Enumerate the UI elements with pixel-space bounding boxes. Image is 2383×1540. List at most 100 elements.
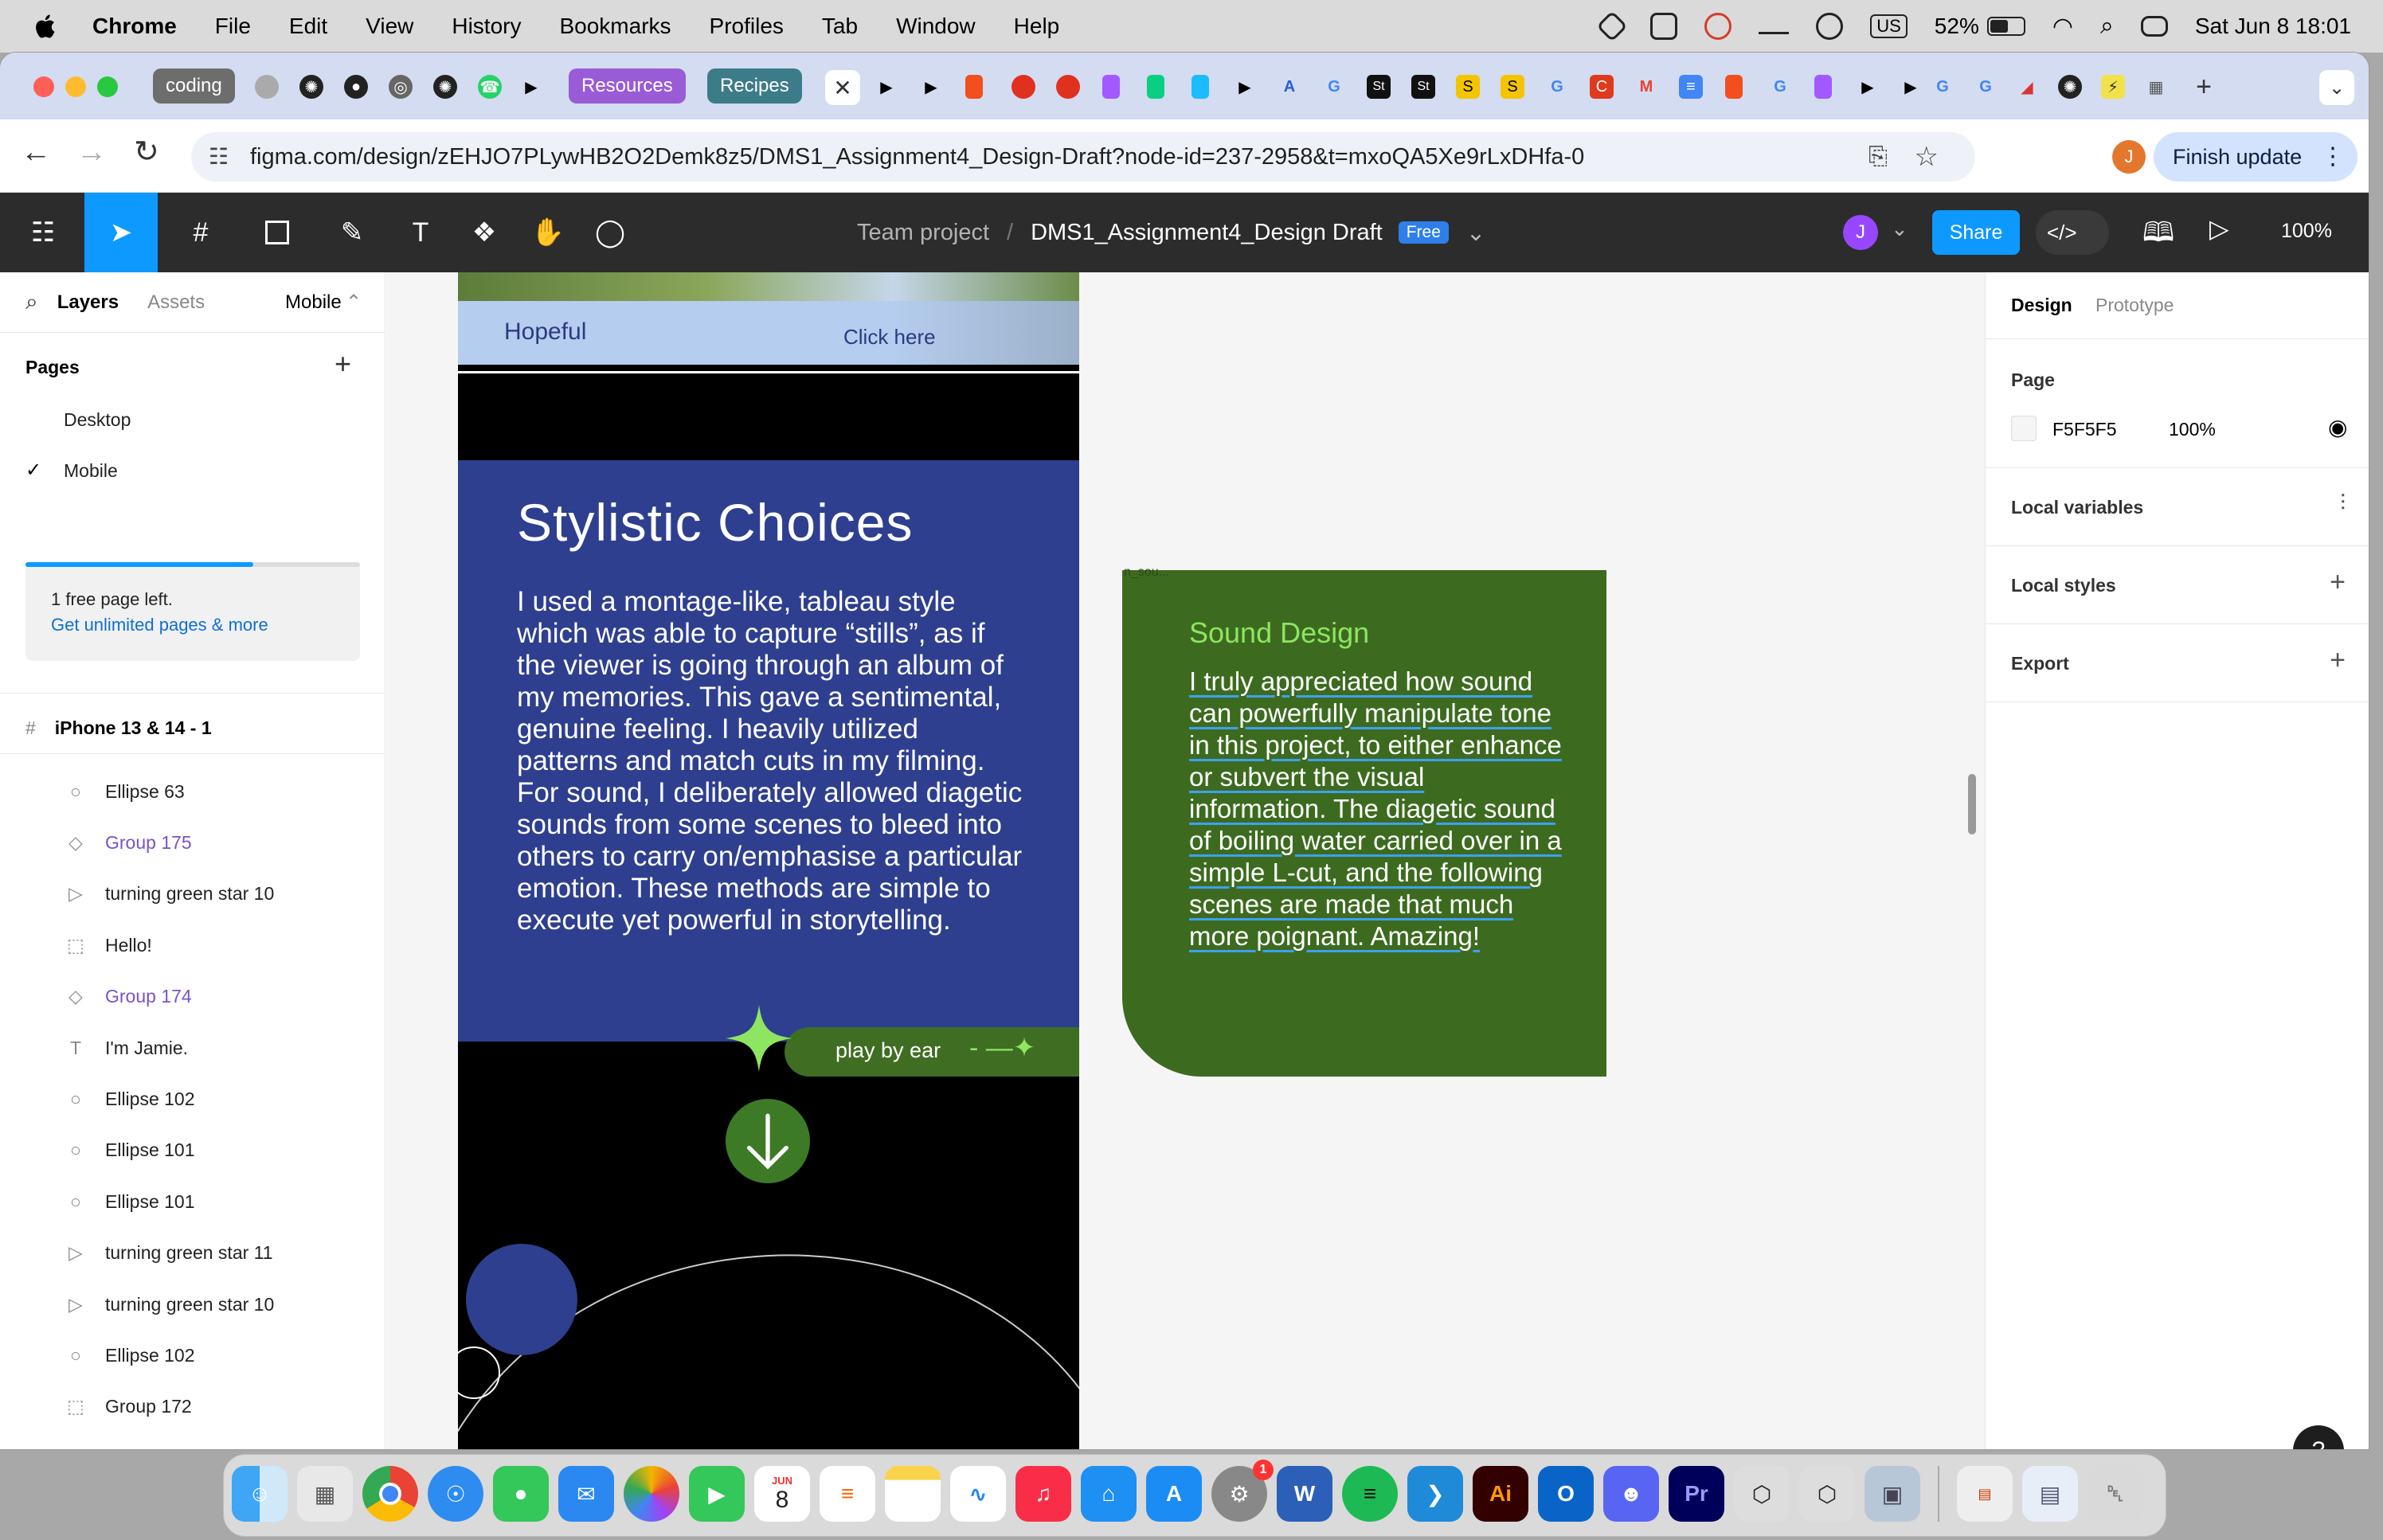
mail-icon[interactable]: ✉: [558, 1466, 614, 1522]
zoom-level[interactable]: 100%: [2281, 220, 2332, 243]
text-tool-icon[interactable]: T: [401, 210, 440, 255]
tab-favicon-google-4[interactable]: G: [1931, 75, 1955, 99]
spotlight-search-icon[interactable]: ⌕: [2100, 13, 2114, 40]
battery-icon[interactable]: [1986, 17, 2025, 36]
tab-layers[interactable]: Layers: [57, 291, 119, 314]
move-tool-button[interactable]: ➤: [84, 193, 158, 272]
keynote-icon[interactable]: ⌂: [1081, 1466, 1137, 1522]
local-styles-section[interactable]: Local styles +: [1986, 546, 2369, 624]
page-item-mobile[interactable]: Mobile: [64, 460, 118, 482]
tab-favicon-grid[interactable]: ▦: [2144, 75, 2168, 99]
menu-chrome[interactable]: Chrome: [92, 14, 177, 39]
play-by-ear-bar[interactable]: play by ear - ―✦: [785, 1027, 1079, 1077]
tab-favicon-c[interactable]: C: [1590, 75, 1614, 99]
hand-tool-icon[interactable]: ✋: [529, 210, 567, 255]
tab-favicon-font[interactable]: A: [1278, 75, 1301, 99]
tab-favicon-s-2[interactable]: S: [1501, 75, 1524, 99]
creative-cloud-tray-icon[interactable]: [1704, 13, 1732, 40]
stage-manager-icon[interactable]: [1759, 18, 1790, 34]
tab-favicon-play-4[interactable]: ▶: [1233, 75, 1257, 99]
more-menu-icon[interactable]: ⋮: [2321, 132, 2345, 182]
photos-icon[interactable]: [624, 1466, 679, 1522]
app-store-icon[interactable]: A: [1146, 1466, 1202, 1522]
save-page-icon[interactable]: ⎘: [1868, 132, 1888, 182]
tab-favicon-openai-3[interactable]: ✺: [2058, 75, 2082, 99]
pen-tool-icon[interactable]: ✎: [327, 210, 378, 255]
tab-favicon-figma-4[interactable]: [1192, 75, 1209, 99]
window-minimize-button[interactable]: [65, 76, 86, 97]
figma-main-menu-icon[interactable]: ☷: [19, 210, 67, 255]
vscode-icon[interactable]: ❯: [1407, 1466, 1463, 1522]
sound-design-card[interactable]: n_sou... Sound Design I truly appreciate…: [1122, 565, 1606, 1077]
calendar-icon[interactable]: JUN 8: [754, 1466, 810, 1522]
menu-help[interactable]: Help: [1014, 14, 1060, 39]
layer-row[interactable]: ⬚ Hello!: [0, 920, 384, 971]
menu-window[interactable]: Window: [896, 14, 976, 39]
menu-profiles[interactable]: Profiles: [710, 14, 784, 39]
word-icon[interactable]: W: [1277, 1466, 1332, 1522]
upgrade-link[interactable]: Get unlimited pages & more: [51, 615, 268, 635]
safari-icon[interactable]: ☉: [428, 1466, 483, 1522]
tab-assets[interactable]: Assets: [147, 291, 205, 314]
tab-favicon-figma[interactable]: [965, 75, 983, 99]
messages-icon[interactable]: ●: [493, 1466, 549, 1522]
tab-search-button[interactable]: ⌄: [2319, 70, 2354, 105]
layer-row[interactable]: ▷ turning green star 10: [0, 1279, 384, 1330]
layer-row[interactable]: ○ Ellipse 101: [0, 1176, 384, 1227]
finder-icon[interactable]: ☺: [232, 1466, 288, 1522]
spotify-icon[interactable]: ≡: [1342, 1466, 1398, 1522]
iphone-frame[interactable]: Hopeful Click here Stylistic Choices I u…: [458, 272, 1079, 1449]
export-section[interactable]: Export +: [1986, 624, 2369, 702]
tab-favicon-st-2[interactable]: St: [1411, 75, 1435, 99]
trash-icon[interactable]: ␡: [2088, 1466, 2143, 1522]
preview-icon[interactable]: ▣: [1865, 1466, 1920, 1522]
file-name[interactable]: DMS1_Assignment4_Design Draft: [1031, 220, 1383, 246]
tab-group-coding[interactable]: coding: [153, 68, 235, 104]
tab-favicon-globe[interactable]: ◎: [389, 75, 413, 99]
launchpad-icon[interactable]: ▦: [297, 1466, 353, 1522]
back-button[interactable]: ←: [21, 135, 51, 170]
menu-bookmarks[interactable]: Bookmarks: [559, 14, 671, 39]
shape-tool-icon[interactable]: [252, 210, 303, 255]
layer-row[interactable]: ▷ turning green star 10: [0, 869, 384, 920]
frame-row[interactable]: # iPhone 13 & 14 - 1: [0, 702, 384, 753]
tab-group-resources[interactable]: Resources: [569, 68, 686, 104]
layer-row[interactable]: ⬚Group 171: [0, 1433, 384, 1449]
new-tab-button[interactable]: +: [2192, 72, 2216, 102]
variables-settings-icon[interactable]: ⫶: [2340, 491, 2346, 517]
tab-favicon-grey[interactable]: [255, 75, 279, 99]
tab-prototype[interactable]: Prototype: [2095, 295, 2174, 316]
unity-hub-icon[interactable]: ⬡: [1734, 1466, 1790, 1522]
forward-button[interactable]: →: [76, 135, 107, 170]
unity-icon[interactable]: ⬡: [1799, 1466, 1855, 1522]
recent-file-icon[interactable]: ▤: [1957, 1466, 2013, 1522]
add-page-icon[interactable]: +: [335, 347, 351, 381]
local-variables-section[interactable]: Local variables ⫶: [1986, 468, 2369, 546]
page-opacity[interactable]: 100%: [2169, 419, 2216, 440]
reminders-icon[interactable]: ≡: [820, 1466, 875, 1522]
layer-row[interactable]: ⬚ Group 172: [0, 1382, 384, 1433]
illustrator-icon[interactable]: Ai: [1473, 1466, 1528, 1522]
tab-favicon-google-3[interactable]: G: [1768, 75, 1792, 99]
layer-row[interactable]: ◇ Group 175: [0, 817, 384, 868]
url-field[interactable]: ☷ figma.com/design/zEHJO7PLywHB2O2Demk8z…: [191, 132, 1975, 182]
tab-favicon-play-6[interactable]: ▶: [1899, 75, 1923, 99]
page-color-swatch[interactable]: [2011, 416, 2037, 441]
tab-favicon-play-5[interactable]: ▶: [1856, 75, 1880, 99]
tab-favicon-google[interactable]: G: [1322, 75, 1346, 99]
page-color-hex[interactable]: F5F5F5: [2052, 419, 2117, 440]
menu-history[interactable]: History: [452, 14, 521, 39]
tab-favicon-figma-3[interactable]: [1147, 75, 1164, 99]
menu-file[interactable]: File: [215, 14, 251, 39]
reload-button[interactable]: ↻: [134, 134, 159, 170]
menu-edit[interactable]: Edit: [289, 14, 327, 39]
freeform-icon[interactable]: ∿: [950, 1466, 1006, 1522]
visibility-eye-icon[interactable]: ◉: [2328, 414, 2347, 440]
menu-tab[interactable]: Tab: [822, 14, 858, 39]
help-button[interactable]: ?: [2293, 1425, 2344, 1449]
media-play-icon[interactable]: [1816, 13, 1844, 40]
vertical-scrollbar[interactable]: [1968, 774, 1976, 834]
tab-favicon-play-3[interactable]: ▶: [919, 75, 943, 99]
profile-avatar[interactable]: J: [2112, 140, 2146, 174]
tab-favicon-whatsapp[interactable]: ☎: [478, 75, 502, 99]
